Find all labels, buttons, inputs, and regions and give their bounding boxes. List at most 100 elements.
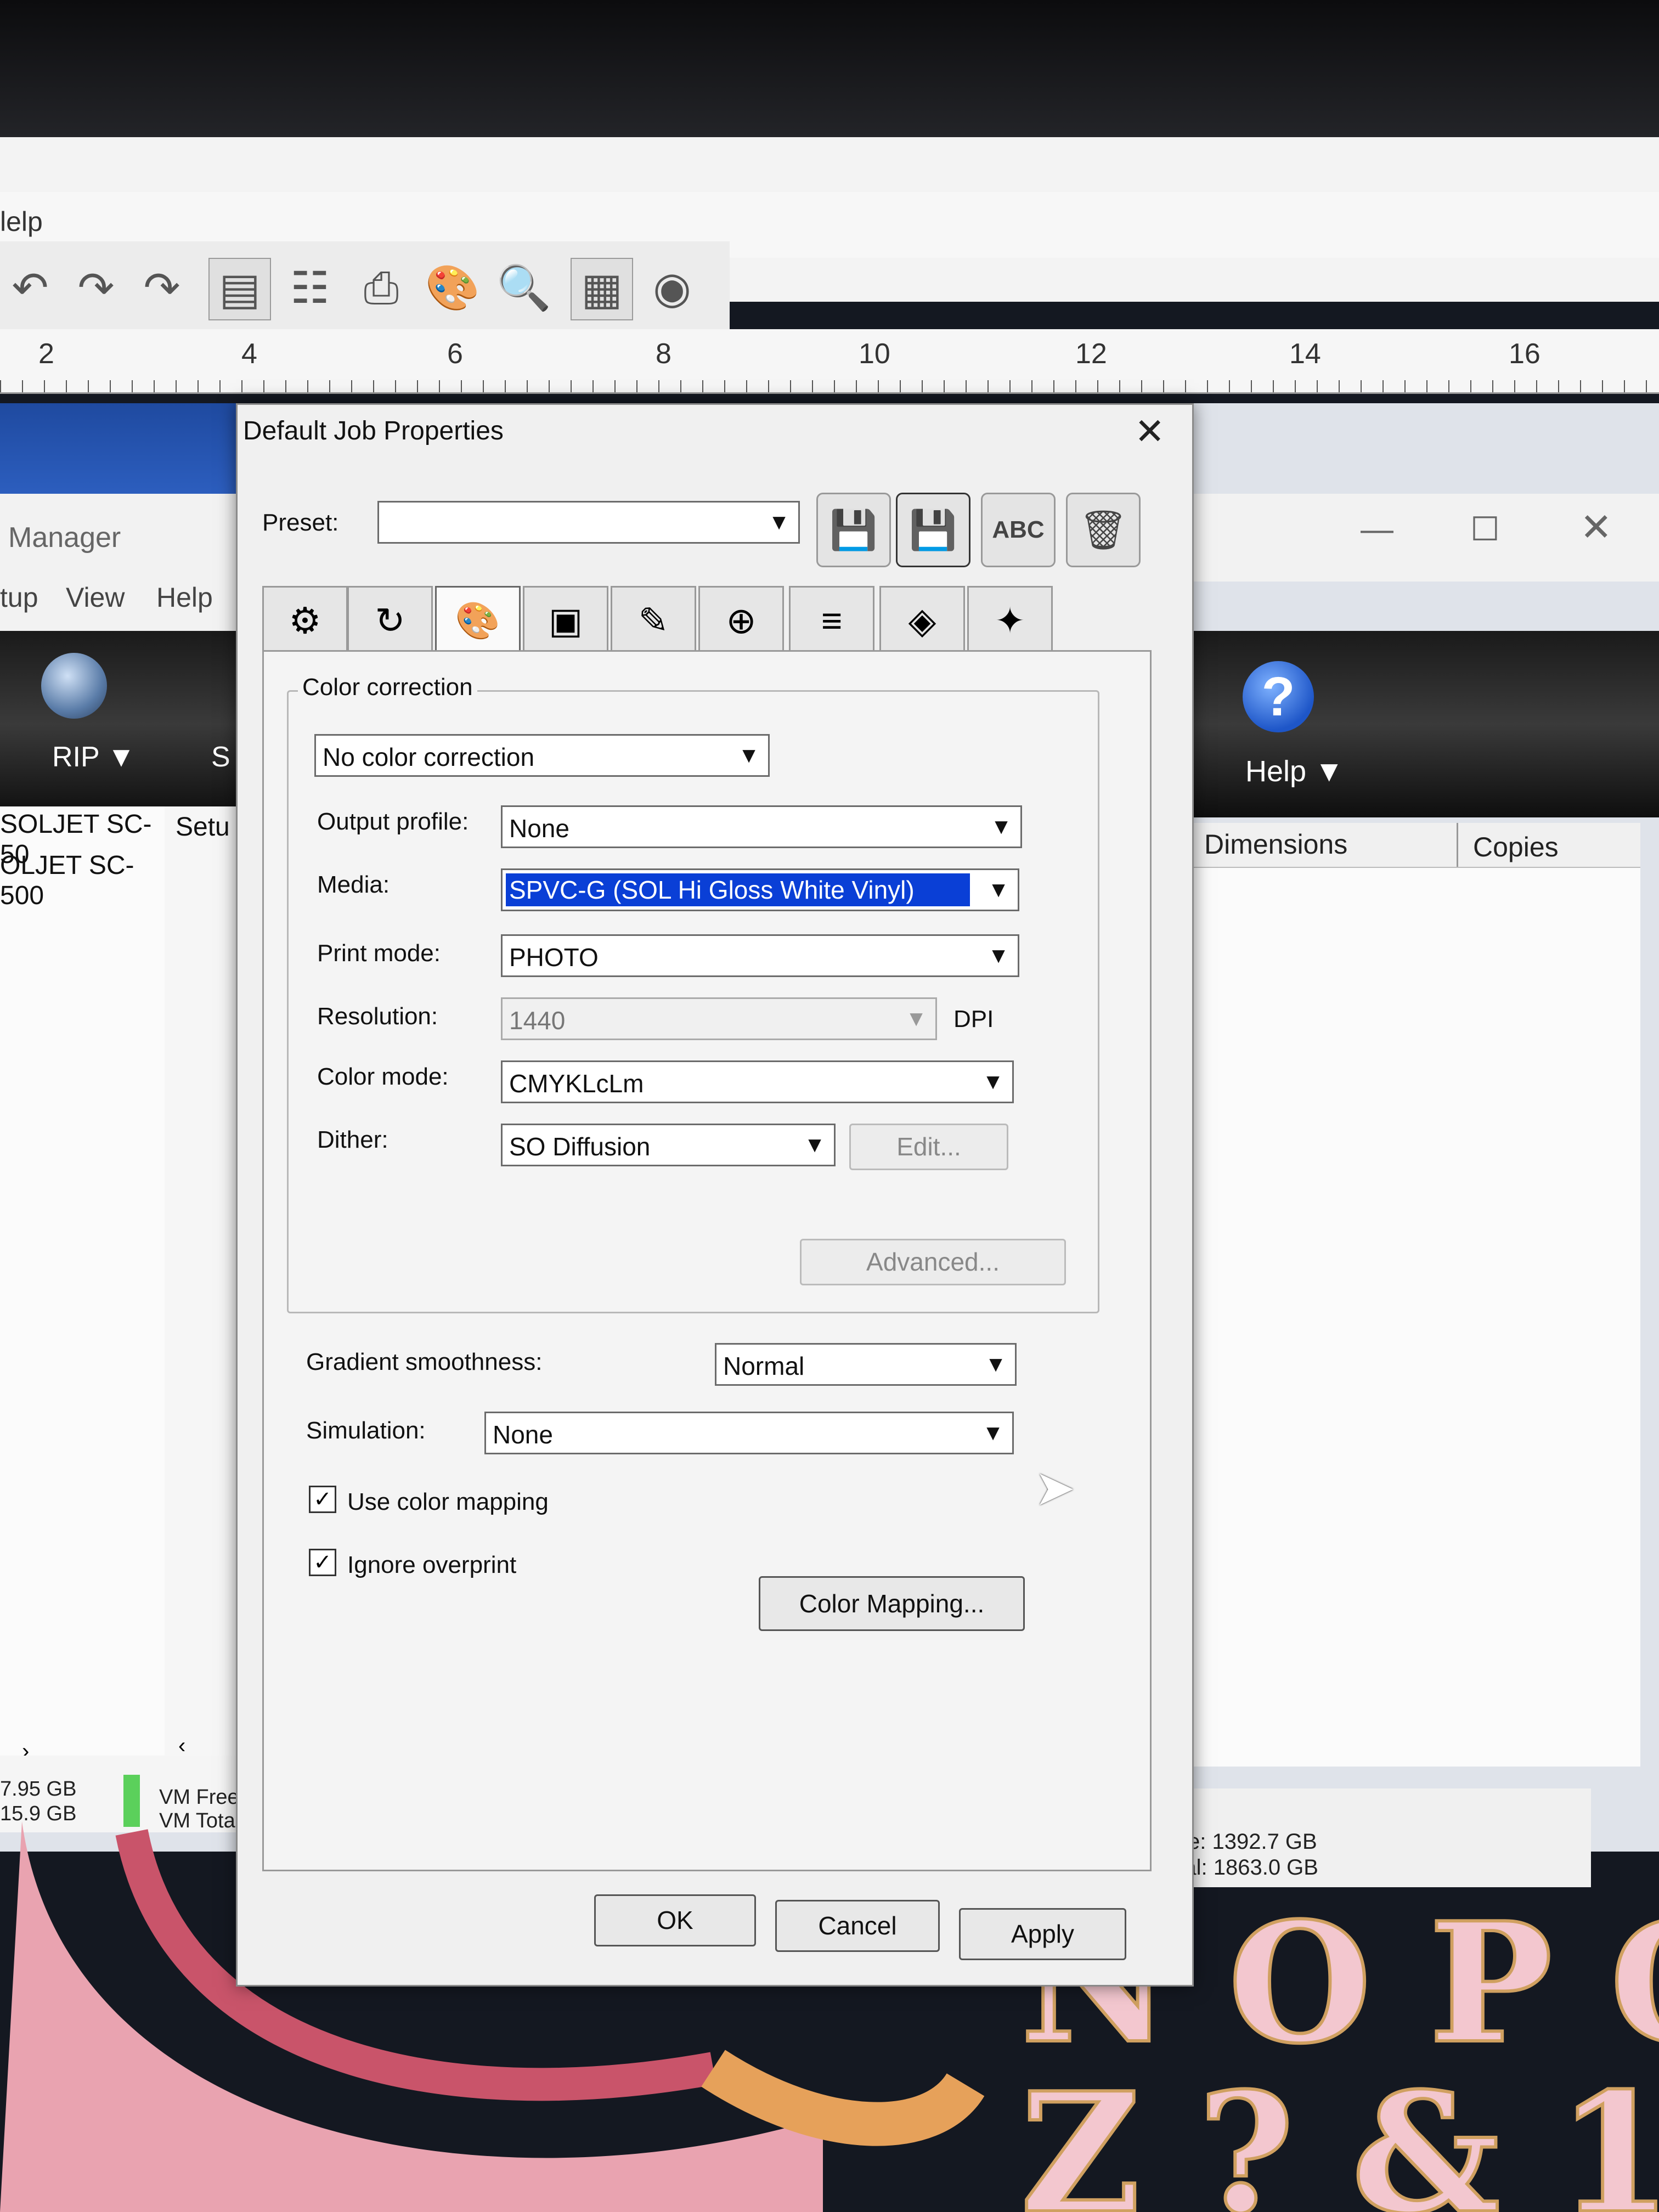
dither-label: Dither:	[317, 1126, 388, 1153]
ruler-label: 12	[1075, 338, 1107, 370]
media-dropdown[interactable]: SPVC-G (SOL Hi Gloss White Vinyl) ▼	[501, 868, 1019, 911]
gradient-smoothness-label: Gradient smoothness:	[306, 1348, 543, 1375]
xy-layout-icon[interactable]: ▤	[208, 258, 271, 320]
ignore-overprint-label: Ignore overprint	[347, 1551, 517, 1578]
setup-pane: Setu ‹	[165, 806, 241, 1758]
ruler-label: 14	[1289, 338, 1321, 370]
ruler-label: 2	[38, 338, 54, 370]
ruler-label: 8	[656, 338, 672, 370]
close-icon[interactable]: ✕	[1135, 410, 1165, 453]
rip-button[interactable]: RIP ▼	[52, 741, 136, 774]
color-correction-title: Color correction	[298, 674, 477, 701]
close-icon[interactable]: ✕	[1580, 505, 1612, 550]
resolution-dropdown[interactable]: 1440 ▼	[501, 997, 937, 1040]
tab-position-icon[interactable]: ⊕	[698, 586, 784, 653]
menu-help[interactable]: Help	[156, 582, 213, 613]
output-profile-label: Output profile:	[317, 808, 469, 835]
maximize-icon[interactable]: ☐	[1470, 510, 1500, 549]
preset-dropdown[interactable]: ▼	[377, 501, 800, 544]
printer-icon[interactable]: ⎙	[351, 258, 411, 318]
ignore-overprint-checkbox[interactable]: ✓	[309, 1549, 336, 1576]
undo-icon[interactable]: ↶	[0, 258, 60, 318]
color-mode-dropdown[interactable]: CMYKLcLm ▼	[501, 1060, 1014, 1103]
tab-color-icon[interactable]: 🎨	[435, 586, 521, 653]
advanced-button[interactable]: Advanced...	[800, 1239, 1066, 1285]
preset-label: Preset:	[262, 509, 339, 536]
s-button[interactable]: S	[211, 741, 230, 774]
manager-title: Manager	[8, 522, 121, 554]
minimize-icon[interactable]: —	[1361, 510, 1393, 548]
tab-spot-color-icon[interactable]: ✦	[967, 586, 1053, 653]
ruler-label: 6	[447, 338, 463, 370]
resolution-label: Resolution:	[317, 1003, 438, 1030]
chevron-down-icon: ▼	[988, 878, 1009, 902]
chevron-down-icon: ▼	[990, 815, 1012, 839]
color-correction-dropdown[interactable]: No color correction ▼	[314, 734, 770, 777]
menu-help[interactable]: lelp	[0, 206, 43, 238]
dither-dropdown[interactable]: SO Diffusion ▼	[501, 1124, 836, 1166]
list-icon[interactable]: ☷	[280, 258, 340, 318]
rename-preset-icon[interactable]: ABC	[981, 493, 1056, 567]
color-mode-label: Color mode:	[317, 1063, 449, 1090]
apply-button[interactable]: Apply	[959, 1908, 1126, 1960]
delete-preset-icon[interactable]: 🗑	[1066, 493, 1141, 567]
chevron-down-icon: ▼	[988, 944, 1009, 968]
resolution-unit: DPI	[953, 1006, 994, 1032]
chevron-down-icon: ▼	[768, 510, 790, 534]
monitor-color-icon[interactable]: ◉	[642, 258, 702, 318]
help-icon[interactable]: ?	[1243, 661, 1314, 732]
scroll-left-icon[interactable]: ‹	[178, 1734, 185, 1758]
color-grid-icon[interactable]: ▦	[571, 258, 633, 320]
manager-titlebar-accent	[0, 403, 241, 499]
simulation-dropdown[interactable]: None ▼	[484, 1412, 1014, 1454]
printer-item[interactable]: OLJET SC-500	[0, 850, 165, 911]
save-as-preset-icon[interactable]: 💾	[896, 493, 970, 567]
redo-icon[interactable]: ↷	[66, 258, 126, 318]
ok-button[interactable]: OK	[594, 1894, 756, 1946]
palette-icon[interactable]: 🎨	[422, 258, 483, 318]
tab-layers-icon[interactable]: ◈	[879, 586, 965, 653]
color-mapping-button[interactable]: Color Mapping...	[759, 1576, 1025, 1631]
tab-layout-icon[interactable]: ▣	[523, 586, 608, 653]
column-dimensions[interactable]: Dimensions	[1204, 828, 1347, 860]
vm-free: VM Free	[159, 1786, 239, 1809]
svg-text:Z ? & 1 2: Z ? & 1 2	[1020, 2056, 1659, 2212]
gradient-smoothness-dropdown[interactable]: Normal ▼	[715, 1343, 1017, 1386]
chevron-down-icon: ▼	[905, 1007, 927, 1031]
chevron-down-icon: ▼	[982, 1070, 1004, 1094]
save-preset-icon[interactable]: 💾	[816, 493, 891, 567]
cancel-button[interactable]: Cancel	[775, 1900, 940, 1952]
use-color-mapping-checkbox[interactable]: ✓	[309, 1486, 336, 1513]
ruler-label: 4	[241, 338, 257, 370]
manager-menubar: tup View Help	[0, 571, 241, 631]
edit-button[interactable]: Edit...	[849, 1124, 1008, 1170]
output-profile-dropdown[interactable]: None ▼	[501, 805, 1022, 848]
media-label: Media:	[317, 871, 390, 898]
monitor-bezel	[0, 0, 1659, 137]
job-properties-dialog: Default Job Properties ✕ Preset: ▼ 💾 💾 A…	[236, 403, 1194, 1987]
chevron-down-icon: ▼	[985, 1352, 1007, 1376]
chevron-down-icon: ▼	[804, 1133, 826, 1157]
dialog-title: Default Job Properties	[243, 416, 504, 445]
tab-transform-icon[interactable]: ↻	[347, 586, 433, 653]
print-mode-dropdown[interactable]: PHOTO ▼	[501, 934, 1019, 977]
job-list: Dimensions Copies ›	[1169, 823, 1640, 1826]
menu-setup[interactable]: tup	[0, 582, 38, 613]
help-button[interactable]: Help ▼	[1245, 754, 1344, 788]
simulation-label: Simulation:	[306, 1417, 426, 1444]
use-color-mapping-label: Use color mapping	[347, 1488, 549, 1515]
menu-view[interactable]: View	[66, 582, 125, 613]
globe-icon[interactable]	[41, 653, 107, 719]
column-copies[interactable]: Copies	[1473, 831, 1559, 863]
color-picker-icon[interactable]: 🔍	[494, 258, 554, 318]
chevron-down-icon: ▼	[738, 743, 760, 768]
tab-media-icon[interactable]: ⚙	[262, 586, 348, 653]
background-toolbar: ↶ ↷ ↷ ▤ ☷ ⎙ 🎨 🔍 ▦ ◉	[0, 241, 730, 338]
ruler-label: 10	[859, 338, 890, 370]
tab-cutting-icon[interactable]: ✎	[611, 586, 696, 653]
tab-bands-icon[interactable]: ≡	[789, 586, 874, 653]
media-selected-value: SPVC-G (SOL Hi Gloss White Vinyl)	[506, 873, 970, 906]
ruler-label: 16	[1509, 338, 1541, 370]
setup-header[interactable]: Setu	[176, 812, 230, 842]
redo-all-icon[interactable]: ↷	[132, 258, 192, 318]
